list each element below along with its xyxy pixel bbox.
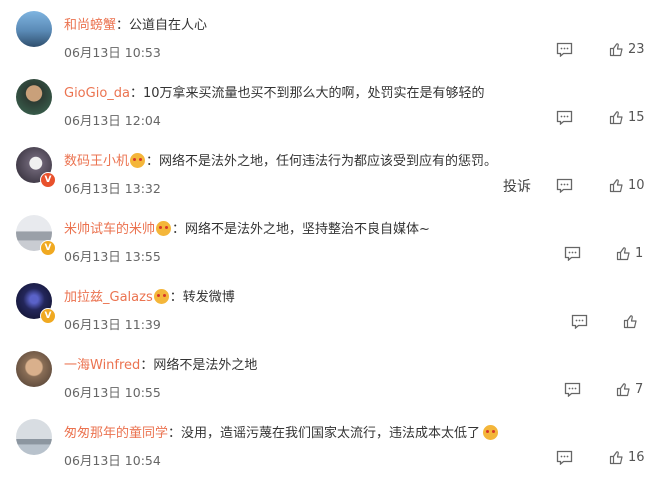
comment-icon [564,246,581,261]
like-count: 16 [628,450,645,465]
reply-button[interactable] [564,382,581,400]
comment-time: 06月13日 11:39 [64,317,161,332]
like-button[interactable]: 10 [609,178,645,196]
comment-text: 转发微博 [182,290,235,305]
comment-icon [556,42,573,57]
laugh-emoji-icon [130,153,146,168]
comment-item: V 数码王小机 ：网络不是法外之地，任何违法行为都应该受到应有的惩罚。 06月13… [0,144,660,212]
username-link[interactable]: 加拉兹_Galazs [64,290,153,305]
avatar[interactable] [16,351,52,387]
comment-item: V 米帅试车的米帅 ：网络不是法外之地，坚持整治不良自媒体~ 06月13日 13:… [0,212,660,280]
comment-item: 一海Winfred：网络不是法外之地 06月13日 10:55 7 [0,348,660,416]
like-button[interactable] [623,314,642,332]
avatar[interactable] [16,79,52,115]
like-button[interactable]: 7 [616,382,643,400]
comment-time: 06月13日 10:55 [64,385,161,400]
verified-badge: V [40,308,56,324]
reply-button[interactable] [564,246,581,264]
username-link[interactable]: 和尚螃蟹 [64,18,116,33]
thumbs-up-icon [623,315,637,329]
thumbs-up-icon [609,451,623,465]
username-link[interactable]: GioGio_da [64,86,130,101]
like-count: 15 [628,110,645,125]
avatar[interactable] [16,419,52,455]
comment-line: 一海Winfred：网络不是法外之地 [64,358,258,373]
comment-line: GioGio_da：10万拿来买流量也买不到那么大的啊，处罚实在是有够轻的 [64,86,485,101]
laugh-emoji-icon [153,289,169,304]
comment-line: 加拉兹_Galazs ：转发微博 [64,289,235,305]
comment-text: 网络不是法外之地，任何违法行为都应该受到应有的惩罚。 [159,154,498,169]
comment-time: 06月13日 13:55 [64,249,161,264]
comment-item: 和尚螃蟹：公道自在人心 06月13日 10:53 23 [0,8,660,76]
reply-button[interactable] [556,450,573,468]
comment-text: 网络不是法外之地 [153,358,258,373]
thumbs-up-icon [609,111,623,125]
like-count: 10 [628,178,645,193]
like-button[interactable]: 23 [609,42,645,60]
username-link[interactable]: 数码王小机 [64,154,129,169]
comment-line: 数码王小机 ：网络不是法外之地，任何违法行为都应该受到应有的惩罚。 [64,153,498,169]
comment-icon [564,382,581,397]
comment-line: 米帅试车的米帅 ：网络不是法外之地，坚持整治不良自媒体~ [64,221,430,237]
like-button[interactable]: 15 [609,110,645,128]
reply-button[interactable] [556,178,573,196]
username-link[interactable]: 一海Winfred [64,358,140,373]
username-link[interactable]: 匆匆那年的童同学 [64,426,168,441]
comment-item: 匆匆那年的童同学：没用，造谣污蔑在我们国家太流行，违法成本太低了 06月13日 … [0,416,660,484]
thumbs-up-icon [609,179,623,193]
thumbs-up-icon [616,383,630,397]
thumbs-up-icon [609,43,623,57]
avatar[interactable] [16,11,52,47]
comment-icon [556,110,573,125]
verified-badge: V [40,240,56,256]
comment-line: 和尚螃蟹：公道自在人心 [64,18,208,33]
laugh-emoji-icon [483,425,499,440]
comment-text: 网络不是法外之地，坚持整治不良自媒体~ [185,222,430,237]
comment-text: 公道自在人心 [129,18,208,33]
comment-item: V 加拉兹_Galazs ：转发微博 06月13日 11:39 [0,280,660,348]
laugh-emoji-icon [156,221,172,236]
like-button[interactable]: 16 [609,450,645,468]
comment-text: 没用，造谣污蔑在我们国家太流行，违法成本太低了 [181,426,481,441]
comment-icon [556,178,573,193]
comment-time: 06月13日 10:54 [64,453,161,468]
comment-item: GioGio_da：10万拿来买流量也买不到那么大的啊，处罚实在是有够轻的 06… [0,76,660,144]
thumbs-up-icon [616,247,630,261]
like-count: 7 [635,382,644,397]
comment-icon [556,450,573,465]
verified-badge: V [40,172,56,188]
comment-time: 06月13日 13:32 [64,181,161,196]
username-link[interactable]: 米帅试车的米帅 [64,222,155,237]
comment-text: 10万拿来买流量也买不到那么大的啊，处罚实在是有够轻的 [143,86,485,101]
like-count: 23 [628,42,645,57]
reply-button[interactable] [556,110,573,128]
comment-time: 06月13日 10:53 [64,45,161,60]
comment-time: 06月13日 12:04 [64,113,161,128]
reply-button[interactable] [556,42,573,60]
reply-button[interactable] [571,314,588,332]
like-button[interactable]: 1 [616,246,643,264]
like-count: 1 [635,246,644,261]
comment-icon [571,314,588,329]
comment-line: 匆匆那年的童同学：没用，造谣污蔑在我们国家太流行，违法成本太低了 [64,422,499,441]
report-button[interactable]: 投诉 [503,176,531,195]
